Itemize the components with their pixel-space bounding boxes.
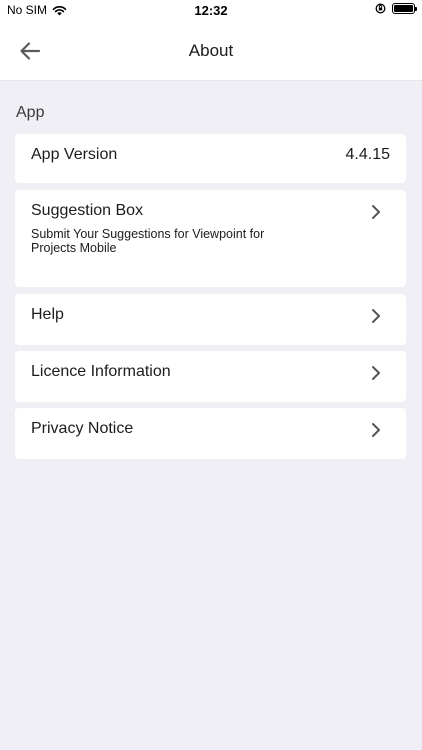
- app-version-row: App Version 4.4.15: [15, 134, 406, 183]
- suggestion-box-label: Suggestion Box: [31, 202, 144, 219]
- rotation-lock-icon: [375, 3, 386, 14]
- section-header-app: App: [16, 104, 45, 121]
- app-version-value: 4.4.15: [345, 146, 390, 163]
- privacy-notice-row[interactable]: Privacy Notice: [15, 408, 406, 459]
- suggestion-box-subtitle: Submit Your Suggestions for Viewpoint fo…: [31, 227, 265, 255]
- status-right-group: [375, 3, 417, 14]
- page-title: About: [188, 41, 234, 60]
- chevron-right-icon: [372, 366, 380, 380]
- chevron-right-icon: [372, 423, 380, 437]
- licence-information-row[interactable]: Licence Information: [15, 351, 406, 402]
- app-version-label: App Version: [31, 146, 118, 163]
- suggestion-box-row[interactable]: Suggestion Box Submit Your Suggestions f…: [15, 190, 406, 287]
- help-label: Help: [31, 306, 64, 323]
- status-time: 12:32: [194, 3, 228, 18]
- battery-icon: [392, 3, 417, 14]
- chevron-right-icon: [372, 309, 380, 323]
- chevron-right-icon: [372, 205, 380, 219]
- navigation-bar: About: [0, 21, 422, 81]
- help-row[interactable]: Help: [15, 294, 406, 345]
- privacy-notice-label: Privacy Notice: [31, 420, 134, 437]
- licence-information-label: Licence Information: [31, 363, 171, 380]
- status-bar: No SIM 12:32: [0, 0, 422, 21]
